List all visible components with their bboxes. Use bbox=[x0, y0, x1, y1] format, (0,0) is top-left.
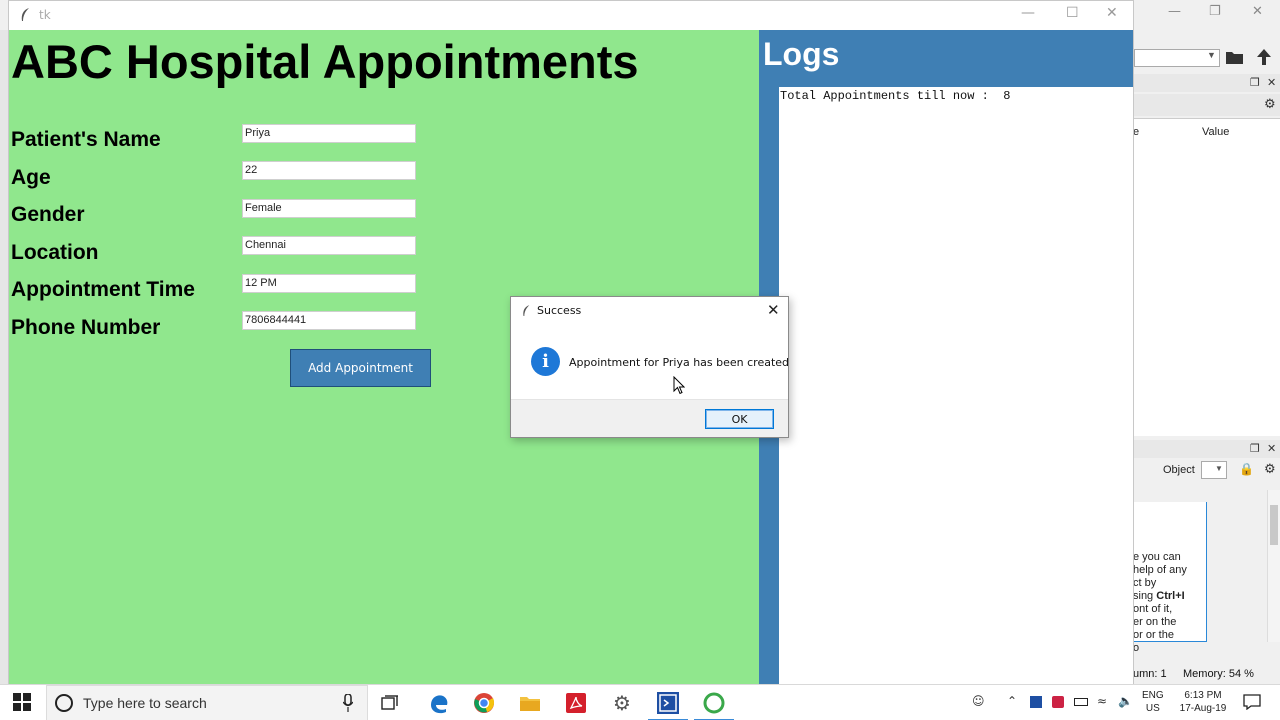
patient-name-input[interactable]: Priya bbox=[242, 124, 416, 143]
status-memory: Memory: 54 % bbox=[1183, 668, 1254, 680]
system-clock[interactable]: 6:13 PM 17-Aug-19 bbox=[1176, 689, 1230, 715]
ide-restore-icon[interactable]: ❐ bbox=[1209, 4, 1221, 19]
search-placeholder: Type here to search bbox=[83, 695, 207, 711]
chrome-icon[interactable] bbox=[472, 691, 496, 715]
label-location: Location bbox=[11, 241, 99, 264]
help-scrollbar-thumb[interactable] bbox=[1270, 505, 1278, 545]
label-age: Age bbox=[11, 166, 51, 189]
cortana-icon bbox=[55, 694, 73, 712]
page-title: ABC Hospital Appointments bbox=[11, 35, 639, 88]
tray-app-icon[interactable] bbox=[1052, 696, 1064, 708]
task-view-icon[interactable] bbox=[378, 691, 402, 715]
spyder-icon[interactable] bbox=[694, 691, 734, 720]
logs-title: Logs bbox=[763, 36, 840, 72]
mouse-cursor-icon bbox=[673, 376, 685, 395]
ide-close-icon[interactable]: ✕ bbox=[1252, 4, 1263, 19]
info-icon: i bbox=[531, 347, 560, 376]
background-ide-window: — ❐ ✕ ▼ ❐ ✕ ⚙ e Value ❐ ✕ Object ▼ 🔒 ⚙ g… bbox=[1133, 0, 1280, 684]
appointment-time-input[interactable]: 12 PM bbox=[242, 274, 416, 293]
location-input[interactable]: Chennai bbox=[242, 236, 416, 255]
variable-toolbar bbox=[1133, 94, 1280, 116]
undock-icon[interactable]: ❐ bbox=[1250, 442, 1260, 455]
file-explorer-icon[interactable] bbox=[518, 691, 542, 715]
minimize-icon[interactable]: — bbox=[1021, 5, 1035, 21]
age-input[interactable]: 22 bbox=[242, 161, 416, 180]
dialog-title: Success bbox=[537, 304, 582, 317]
feather-icon bbox=[21, 8, 29, 21]
people-icon[interactable]: ☺ bbox=[972, 694, 985, 708]
gender-input[interactable]: Female bbox=[242, 199, 416, 218]
log-line: Total Appointments till now : 8 bbox=[780, 89, 1011, 103]
pane-close-icon[interactable]: ✕ bbox=[1267, 442, 1276, 455]
object-combobox[interactable] bbox=[1201, 461, 1227, 479]
success-dialog: Success ✕ i Appointment for Priya has be… bbox=[510, 296, 789, 438]
background-window-edge bbox=[0, 30, 8, 684]
chevron-up-icon[interactable]: ⌃ bbox=[1007, 694, 1017, 708]
add-appointment-button[interactable]: Add Appointment bbox=[290, 349, 431, 387]
help-text: e you can help of any ct by sing Ctrl+I … bbox=[1133, 551, 1187, 654]
microphone-icon[interactable] bbox=[343, 694, 353, 712]
window-title: tk bbox=[39, 8, 51, 22]
maximize-icon[interactable]: ☐ bbox=[1066, 5, 1079, 21]
volume-icon[interactable]: 🔈 bbox=[1118, 694, 1133, 708]
tray-app-icon[interactable] bbox=[1030, 696, 1042, 708]
logs-textbox[interactable] bbox=[779, 87, 1133, 685]
arrow-up-icon[interactable] bbox=[1255, 47, 1273, 67]
pane-close-icon[interactable]: ✕ bbox=[1267, 76, 1276, 89]
close-icon[interactable]: ✕ bbox=[1106, 5, 1118, 21]
ok-button[interactable]: OK bbox=[705, 409, 774, 429]
notification-icon[interactable] bbox=[1243, 694, 1261, 710]
feather-icon bbox=[523, 305, 530, 316]
label-phone-number: Phone Number bbox=[11, 316, 161, 339]
windows-start-icon[interactable] bbox=[13, 693, 31, 711]
status-column: umn: 1 bbox=[1133, 668, 1167, 680]
gear-icon[interactable]: ⚙ bbox=[1264, 462, 1276, 477]
dialog-message: Appointment for Priya has been created bbox=[569, 356, 790, 369]
acrobat-reader-icon[interactable] bbox=[564, 691, 588, 715]
battery-icon[interactable] bbox=[1074, 698, 1088, 706]
title-bar[interactable]: tk — ☐ ✕ bbox=[9, 1, 1133, 30]
language-indicator[interactable]: ENG US bbox=[1142, 689, 1164, 715]
dialog-close-icon[interactable]: ✕ bbox=[767, 301, 780, 319]
label-patient-name: Patient's Name bbox=[11, 128, 161, 151]
phone-number-input[interactable]: 7806844441 bbox=[242, 311, 416, 330]
edge-browser-icon[interactable] bbox=[427, 691, 451, 715]
vscode-icon[interactable] bbox=[648, 691, 688, 720]
undock-icon[interactable]: ❐ bbox=[1250, 76, 1260, 89]
ide-minimize-icon[interactable]: — bbox=[1168, 4, 1181, 19]
variable-explorer-table bbox=[1133, 118, 1280, 436]
taskbar: Type here to search ⚙ ☺ ⌃ ≈ 🔈 ENG US 6:1… bbox=[0, 684, 1280, 720]
wifi-icon[interactable]: ≈ bbox=[1097, 694, 1107, 708]
gear-icon[interactable]: ⚙ bbox=[1264, 97, 1276, 112]
folder-open-icon[interactable] bbox=[1225, 48, 1245, 66]
label-gender: Gender bbox=[11, 203, 85, 226]
lock-icon[interactable]: 🔒 bbox=[1239, 462, 1254, 476]
column-header-value[interactable]: Value bbox=[1202, 126, 1229, 138]
chevron-down-icon: ▼ bbox=[1207, 50, 1216, 60]
settings-gear-icon[interactable]: ⚙ bbox=[610, 691, 634, 715]
label-appointment-time: Appointment Time bbox=[11, 278, 195, 301]
chevron-down-icon: ▼ bbox=[1215, 464, 1223, 473]
object-label: Object bbox=[1163, 464, 1195, 476]
taskbar-search-box[interactable]: Type here to search bbox=[46, 685, 368, 720]
